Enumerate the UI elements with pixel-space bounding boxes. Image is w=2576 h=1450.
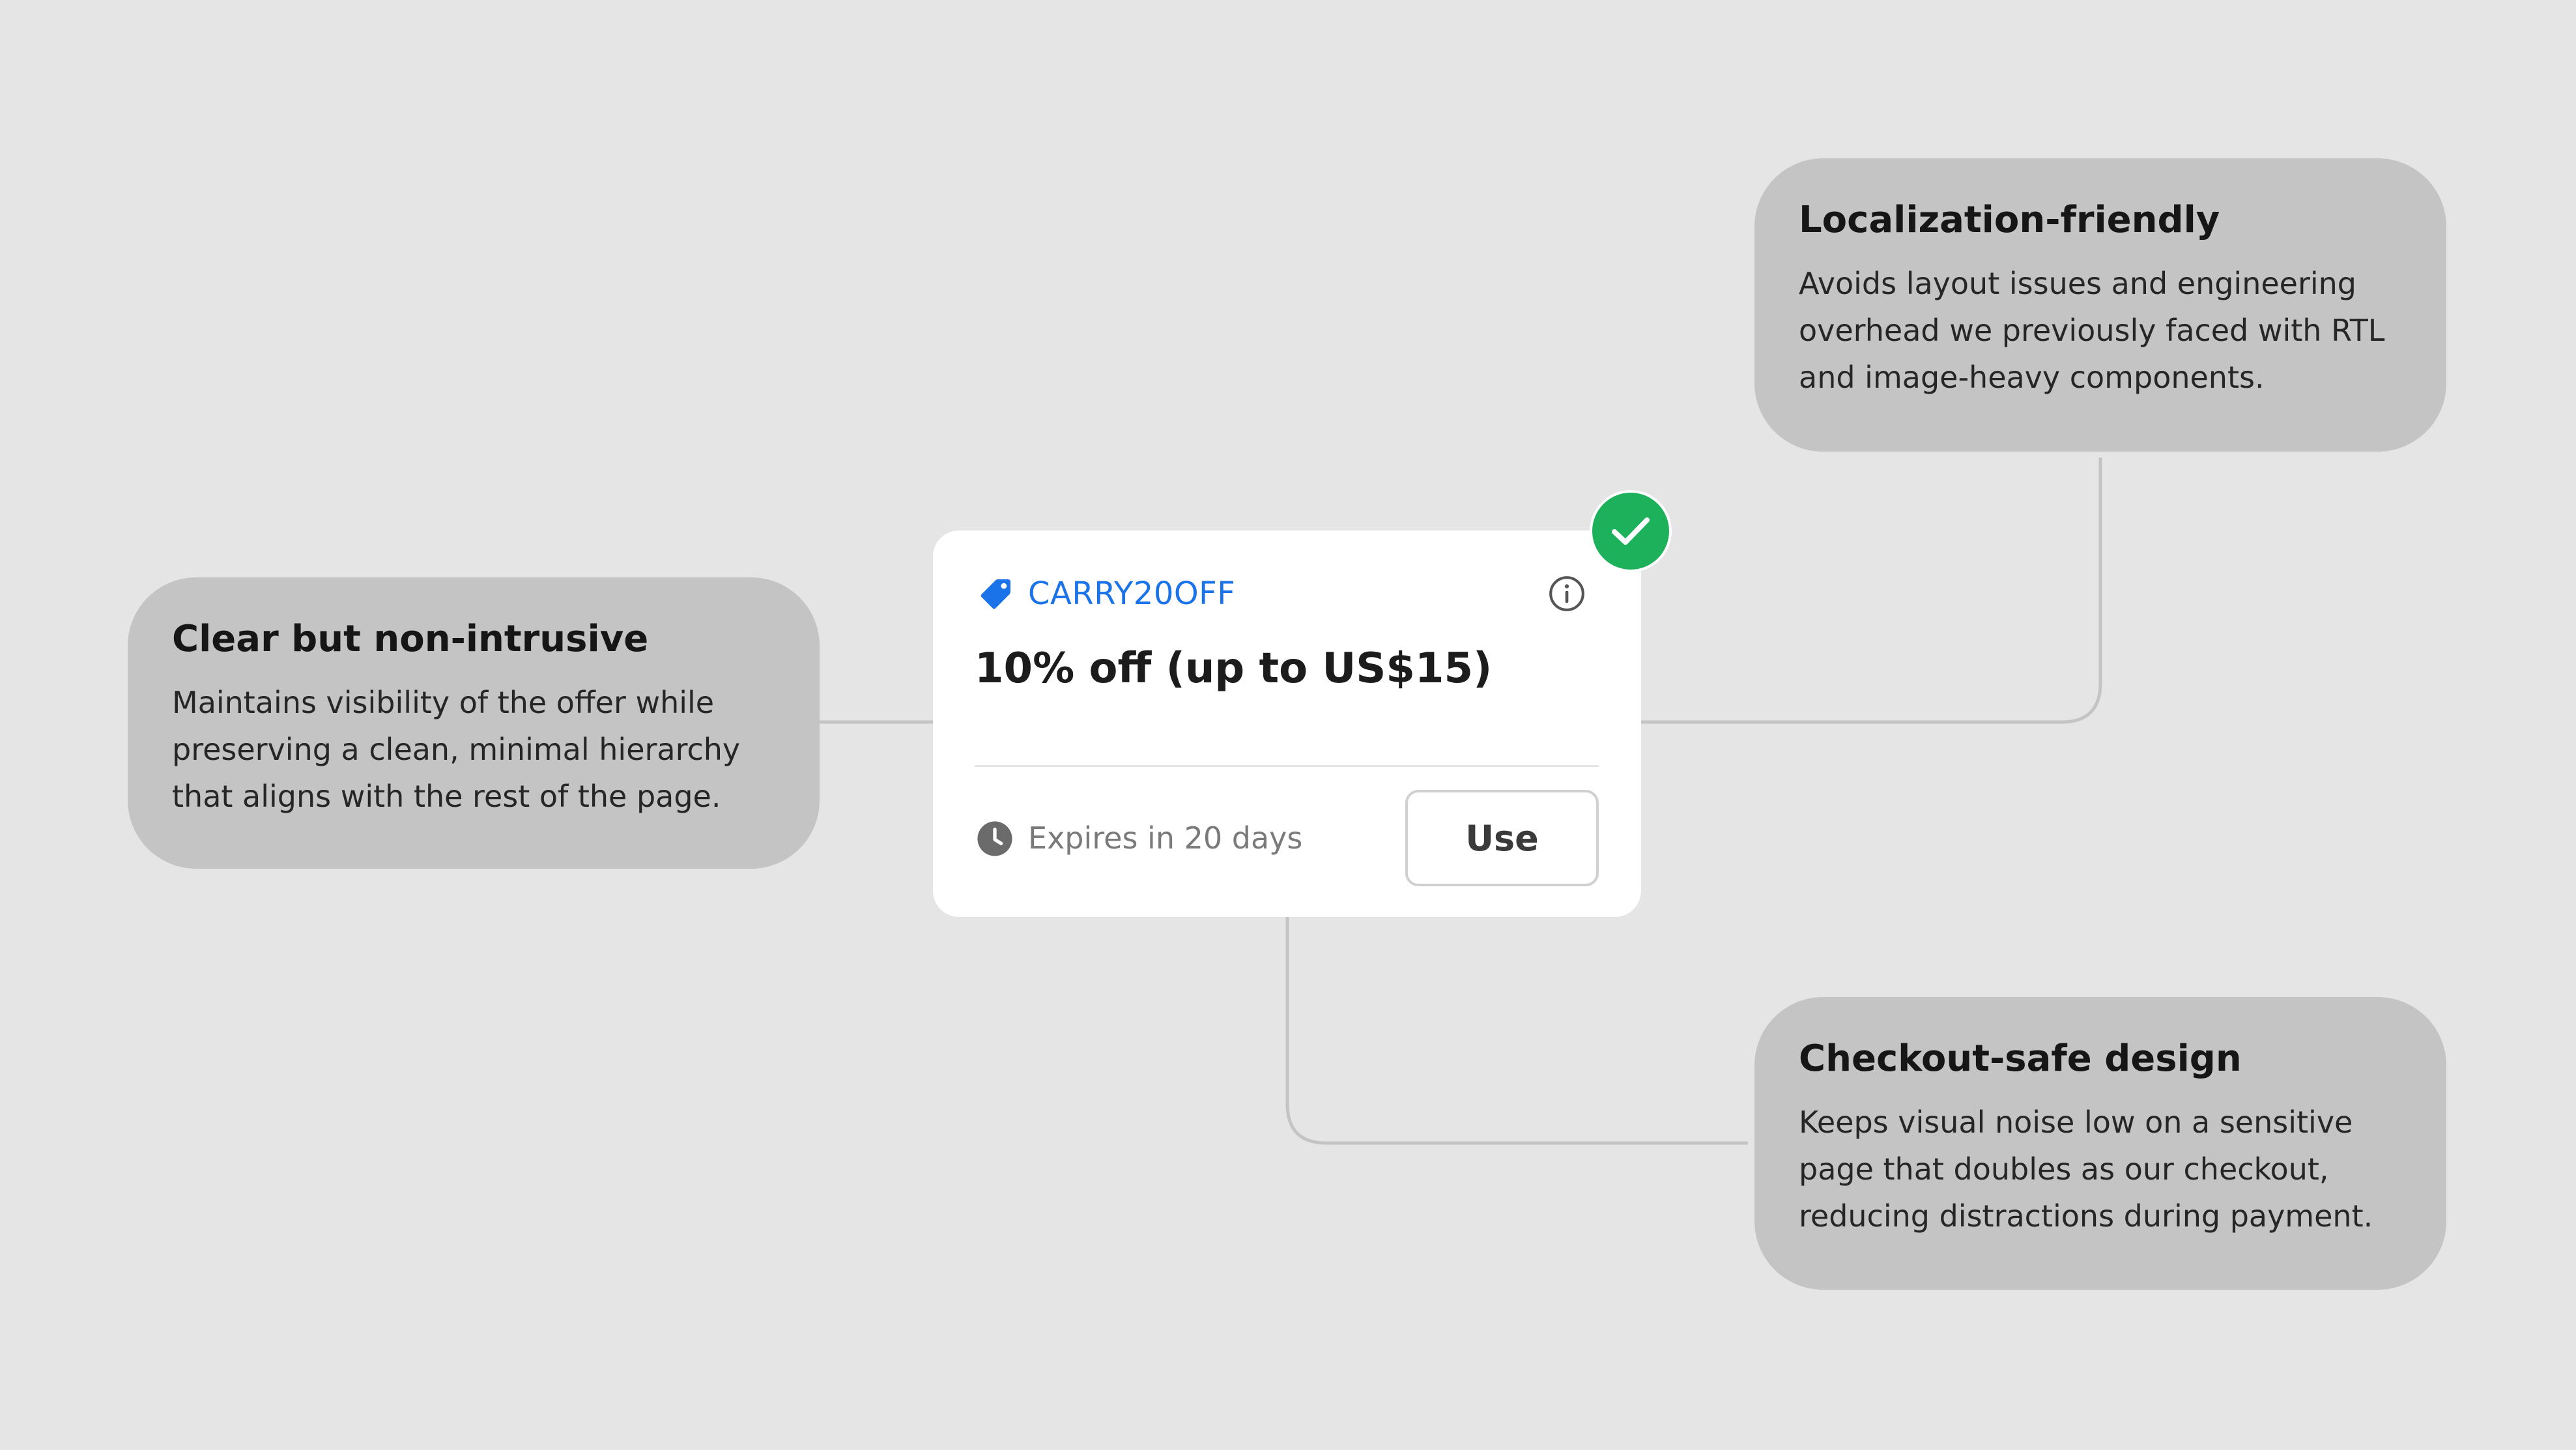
use-button[interactable]: Use [1405,790,1599,886]
clock-icon [977,821,1012,856]
card-divider [975,765,1599,767]
expiry-text: Expires in 20 days [1028,820,1303,856]
callout-body: Keeps visual noise low on a sensitive pa… [1799,1105,2373,1234]
coupon-card: CARRY20OFF 10% off (up to US$15) Expires… [933,530,1641,917]
info-icon[interactable] [1547,573,1587,614]
coupon-code: CARRY20OFF [1028,575,1236,612]
tag-icon [980,579,1010,609]
callout-clear-non-intrusive: Clear but non-intrusive Maintains visibi… [128,577,820,869]
callout-checkout-safe: Checkout-safe design Keeps visual noise … [1754,997,2446,1290]
callout-localization-friendly: Localization-friendly Avoids layout issu… [1754,158,2446,452]
connector-top-right [1641,457,2102,724]
connector-bottom-right [1285,917,1748,1145]
callout-title: Localization-friendly [1799,199,2220,241]
callout-title: Clear but non-intrusive [172,618,649,660]
callout-title: Checkout-safe design [1799,1037,2242,1080]
offer-title: 10% off (up to US$15) [975,645,1493,693]
callout-body: Avoids layout issues and engineering ove… [1799,266,2385,395]
callout-body: Maintains visibility of the offer while … [172,685,741,814]
check-icon [1590,490,1672,572]
